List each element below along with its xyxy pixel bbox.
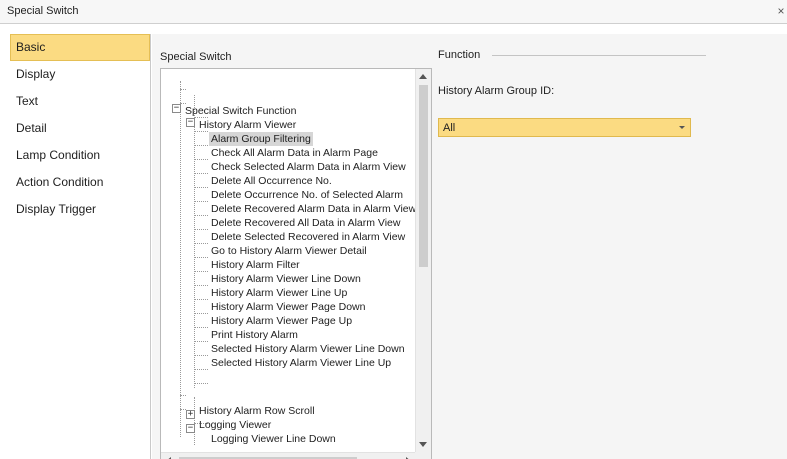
tree-node-logging-viewer[interactable]: Logging Viewer xyxy=(197,418,273,432)
collapse-icon[interactable]: − xyxy=(172,104,181,113)
tree-item[interactable]: Check Selected Alarm Data in Alarm View xyxy=(209,160,408,174)
tree-branch xyxy=(194,369,208,370)
close-icon[interactable]: × xyxy=(775,4,787,18)
tree-node-history-alarm-row-scroll[interactable]: History Alarm Row Scroll xyxy=(197,404,317,418)
tree-line-history xyxy=(194,95,195,388)
scroll-up-icon[interactable] xyxy=(419,74,427,79)
tree-branch xyxy=(194,313,208,314)
tree-branch xyxy=(194,173,208,174)
content-panel: Special Switch − − + − Special Switch Fu… xyxy=(152,34,787,459)
tree-item-label: History Alarm Viewer Page Up xyxy=(211,315,353,327)
tree-node-label: Logging Viewer xyxy=(199,419,272,431)
dropdown-button[interactable] xyxy=(674,119,690,136)
tree-item-label: Logging Viewer Line Down xyxy=(211,433,336,445)
tree-item[interactable]: Selected History Alarm Viewer Line Down xyxy=(209,342,407,356)
tree-item[interactable]: History Alarm Filter xyxy=(209,258,302,272)
tree-item-label: History Alarm Viewer Page Down xyxy=(211,301,366,313)
sidebar-item-display[interactable]: Display xyxy=(10,61,150,88)
tree-branch xyxy=(194,243,208,244)
tree-branch xyxy=(194,327,208,328)
tree-item-label: History Alarm Filter xyxy=(211,259,300,271)
sidebar-item-basic[interactable]: Basic xyxy=(10,34,150,61)
tree-branch xyxy=(194,341,208,342)
tree-item-label: Delete Occurrence No. of Selected Alarm xyxy=(211,189,404,201)
tree-branch xyxy=(194,229,208,230)
sidebar-item-lamp-condition[interactable]: Lamp Condition xyxy=(10,142,150,169)
tree-horizontal-scrollbar[interactable] xyxy=(161,452,416,459)
tree-node-label: History Alarm Row Scroll xyxy=(199,405,315,417)
tree-vertical-scrollbar[interactable] xyxy=(415,69,431,452)
tree-item-label: Delete Recovered All Data in Alarm View xyxy=(211,217,401,229)
sidebar-item-display-trigger[interactable]: Display Trigger xyxy=(10,196,150,223)
tree-branch xyxy=(194,145,208,146)
tree-branch xyxy=(194,355,208,356)
tree-item-label: Delete Selected Recovered in Alarm View xyxy=(211,231,406,243)
tree-branch xyxy=(194,187,208,188)
tree-item[interactable]: Delete Recovered All Data in Alarm View xyxy=(209,216,402,230)
tree-item[interactable]: Delete Occurrence No. of Selected Alarm xyxy=(209,188,405,202)
collapse-icon[interactable]: − xyxy=(186,118,195,127)
tree-item-label: Alarm Group Filtering xyxy=(209,132,313,146)
tree-branch xyxy=(180,89,186,90)
tree-line-logging xyxy=(194,397,195,445)
group-id-value: All xyxy=(443,122,456,134)
group-id-select[interactable]: All xyxy=(438,118,691,137)
tree-line-root xyxy=(180,81,181,437)
tree-item[interactable]: Delete All Occurrence No. xyxy=(209,174,334,188)
scrollbar-corner xyxy=(415,452,431,459)
tree-item-label: History Alarm Viewer Line Up xyxy=(211,287,348,299)
function-label: Function xyxy=(438,49,481,61)
sidebar-item-action-condition[interactable]: Action Condition xyxy=(10,169,150,196)
sidebar-item-detail[interactable]: Detail xyxy=(10,115,150,142)
tree-item-label: Check Selected Alarm Data in Alarm View xyxy=(211,161,406,173)
tree-branch xyxy=(194,383,208,384)
title-bar: Special Switch × xyxy=(0,0,787,24)
tree-item[interactable]: Delete Recovered Alarm Data in Alarm Vie… xyxy=(209,202,416,216)
tree-branch xyxy=(194,215,208,216)
expand-icon[interactable]: + xyxy=(186,410,195,419)
tree-item-label: History Alarm Viewer Line Down xyxy=(211,273,361,285)
tree-item[interactable]: History Alarm Viewer Page Up xyxy=(209,314,354,328)
tree-item-label: Delete All Occurrence No. xyxy=(211,175,332,187)
tree-branch xyxy=(194,299,208,300)
group-id-label: History Alarm Group ID: xyxy=(438,85,555,97)
tree-node-root[interactable]: Special Switch Function xyxy=(183,104,298,118)
tree-item-label: Check All Alarm Data in Alarm Page xyxy=(211,147,378,159)
tree-node-label: Special Switch Function xyxy=(185,105,297,117)
tree-view: − − + − Special Switch Function History … xyxy=(161,69,416,452)
tree-node-history-alarm-viewer[interactable]: History Alarm Viewer xyxy=(197,118,298,132)
tree-item[interactable]: Delete Selected Recovered in Alarm View xyxy=(209,230,407,244)
tree-item[interactable]: History Alarm Viewer Line Down xyxy=(209,272,363,286)
tree-branch xyxy=(194,257,208,258)
tree-node-label: History Alarm Viewer xyxy=(199,119,297,131)
tree-item-selected[interactable]: Alarm Group Filtering xyxy=(209,132,313,146)
scroll-down-icon[interactable] xyxy=(419,442,427,447)
special-switch-tree: − − + − Special Switch Function History … xyxy=(160,68,432,459)
window-title: Special Switch xyxy=(7,5,79,17)
function-divider xyxy=(492,55,706,56)
sidebar-item-text[interactable]: Text xyxy=(10,88,150,115)
chevron-down-icon xyxy=(679,126,685,129)
tree-branch xyxy=(180,395,186,396)
tree-item[interactable]: Check All Alarm Data in Alarm Page xyxy=(209,146,380,160)
tree-branch xyxy=(194,201,208,202)
special-switch-label: Special Switch xyxy=(160,51,232,63)
tree-item[interactable]: History Alarm Viewer Line Up xyxy=(209,286,349,300)
tree-item-label: Delete Recovered Alarm Data in Alarm Vie… xyxy=(211,203,416,215)
tree-item-label: Print History Alarm xyxy=(211,329,298,341)
tree-item[interactable]: Selected History Alarm Viewer Line Up xyxy=(209,356,393,370)
tree-item[interactable]: History Alarm Viewer Page Down xyxy=(209,300,367,314)
tree-item[interactable]: Logging Viewer Line Down xyxy=(209,432,338,446)
tree-branch xyxy=(194,271,208,272)
tree-item[interactable]: Go to History Alarm Viewer Detail xyxy=(209,244,369,258)
tree-branch xyxy=(194,159,208,160)
scroll-thumb[interactable] xyxy=(419,85,428,267)
tree-item-label: Go to History Alarm Viewer Detail xyxy=(211,245,367,257)
tree-branch xyxy=(194,285,208,286)
collapse-icon[interactable]: − xyxy=(186,424,195,433)
tree-item-label: Selected History Alarm Viewer Line Up xyxy=(211,357,392,369)
tree-item[interactable]: Print History Alarm xyxy=(209,328,300,342)
tree-item-label: Selected History Alarm Viewer Line Down xyxy=(211,343,405,355)
sidebar: Basic Display Text Detail Lamp Condition… xyxy=(10,34,151,459)
